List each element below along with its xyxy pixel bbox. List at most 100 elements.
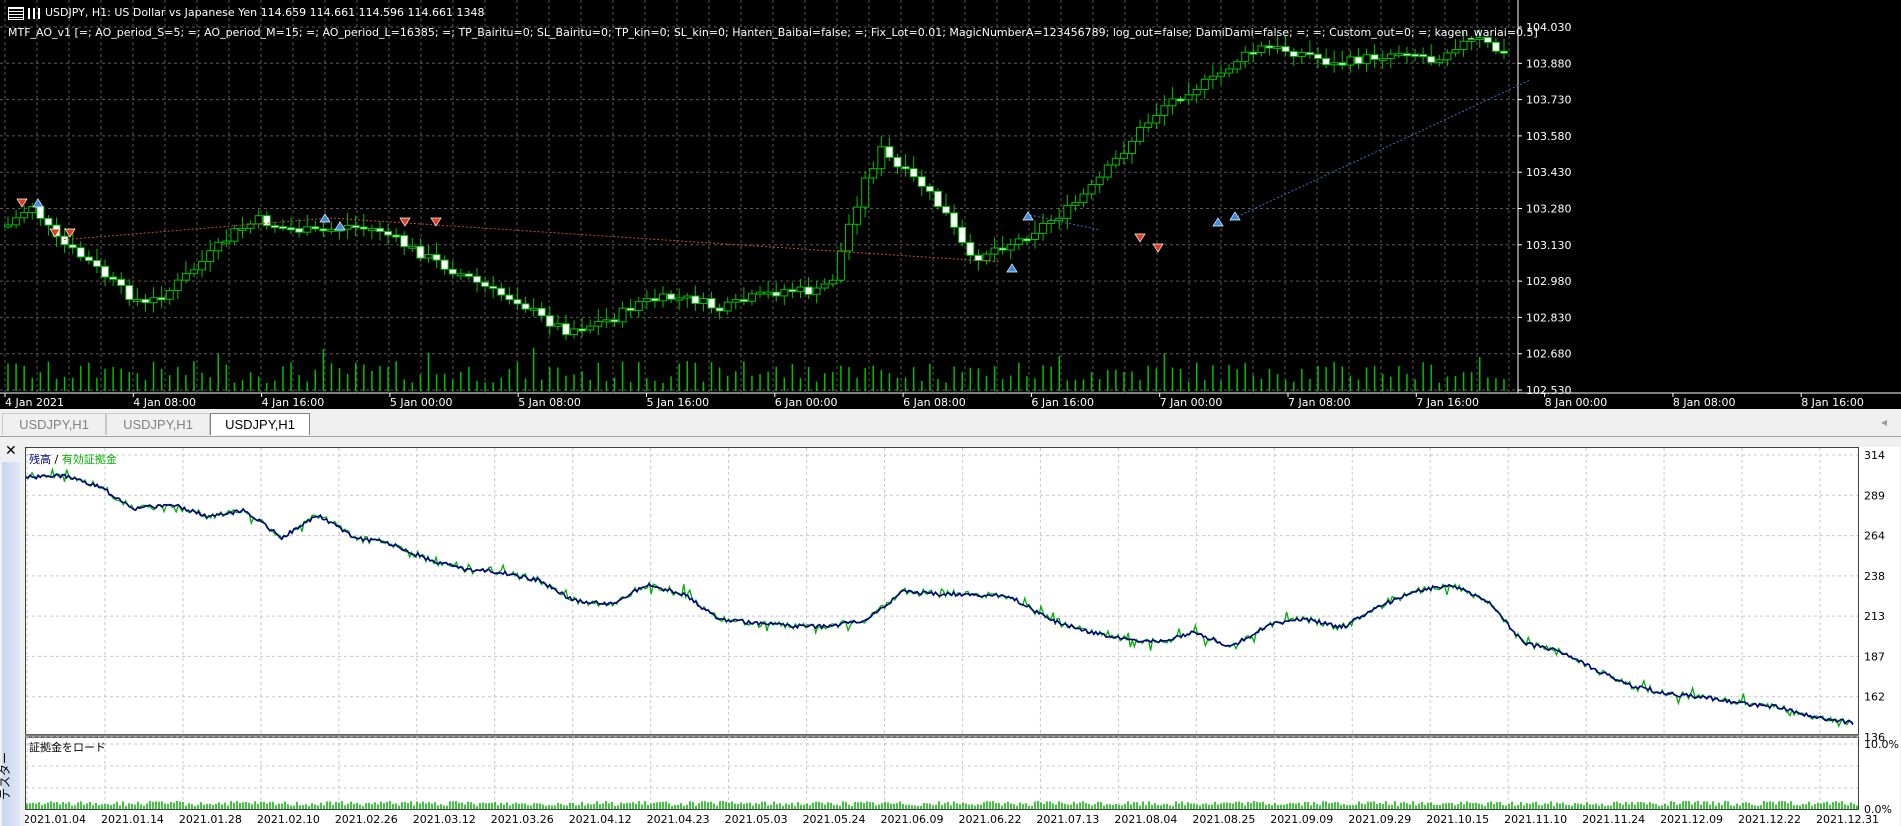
price-label: 103.280 (1526, 203, 1572, 216)
candle-body (844, 223, 853, 252)
time-label: 7 Jan 08:00 (1288, 396, 1351, 409)
candle-body (1111, 157, 1120, 166)
time-label: 4 Jan 16:00 (262, 396, 325, 409)
candle-body (448, 268, 457, 275)
legend-sep: / (54, 453, 59, 466)
date-label: 2021.09.09 (1270, 813, 1333, 826)
candle-body (400, 235, 409, 248)
chart-header: USDJPY, H1: US Dollar vs Japanese Yen 11… (8, 6, 485, 20)
candle-body (1314, 53, 1323, 59)
equity-y-label: 187 (1864, 650, 1885, 663)
candle-body (1500, 50, 1508, 54)
candle-body (1176, 98, 1185, 102)
candle-body (44, 217, 53, 226)
equity-graph[interactable]: 314 289 264 238 213 187 162 136 10.0% 0.0% 2021.01… (25, 447, 1900, 826)
candle-body (1451, 49, 1460, 54)
candle-body (1184, 94, 1193, 101)
date-label: 2021.08.04 (1114, 813, 1177, 826)
candle-body (1136, 126, 1145, 142)
candle-body (537, 307, 546, 317)
candle-body (836, 250, 845, 281)
candle-body (885, 146, 894, 158)
candle-body (157, 297, 166, 301)
date-label: 2021.09.29 (1348, 813, 1411, 826)
candle-body (489, 285, 498, 289)
candle-body (1071, 201, 1080, 206)
equity-svg: 31428926423821318716213610.0%0.0%2021.01… (25, 447, 1899, 826)
candle-body (1022, 238, 1031, 242)
date-label: 2021.03.26 (491, 813, 554, 826)
candle-body (529, 307, 538, 311)
candle-body (1378, 58, 1387, 62)
candle-body (319, 228, 328, 232)
time-label: 8 Jan 16:00 (1801, 396, 1864, 409)
candle-body (238, 227, 247, 231)
candle-body (1030, 232, 1039, 240)
candle-body (772, 291, 781, 297)
candle-body (1273, 46, 1282, 50)
equity-y-label: 213 (1864, 610, 1885, 623)
candle-body (1491, 41, 1500, 52)
time-label: 6 Jan 08:00 (903, 396, 966, 409)
date-label: 2021.12.31 (1816, 813, 1879, 826)
candle-body (12, 217, 21, 226)
date-label: 2021.04.12 (569, 813, 632, 826)
candle-body (1055, 217, 1064, 222)
candle-body (869, 168, 878, 179)
candle-body (1338, 62, 1347, 66)
candle-body (828, 279, 837, 285)
date-label: 2021.12.22 (1738, 813, 1801, 826)
price-chart[interactable]: 104.030 103.880 103.730 103.580 103.430 103.2… (0, 0, 1901, 409)
candle-body (1006, 243, 1015, 251)
tab-scroll-icon[interactable]: ◂ (1881, 415, 1887, 429)
tab-chart-1[interactable]: USDJPY,H1 (2, 413, 106, 435)
candle-body (270, 225, 279, 229)
candle-body (1192, 89, 1201, 96)
close-icon[interactable]: ✕ (5, 442, 17, 459)
date-label: 2021.11.24 (1582, 813, 1645, 826)
candle-body (1346, 56, 1355, 66)
candle-body (375, 227, 384, 233)
candle-body (659, 293, 668, 302)
candle-body (1427, 56, 1436, 63)
candle-body (764, 291, 773, 295)
date-label: 2021.05.24 (803, 813, 866, 826)
candle-body (384, 231, 393, 236)
equity-y-label: 162 (1864, 691, 1885, 704)
candle-body (141, 298, 150, 304)
candle-body (966, 242, 975, 256)
tab-chart-2[interactable]: USDJPY,H1 (106, 413, 210, 435)
candle-body (1225, 68, 1234, 74)
candle-body (1322, 57, 1331, 66)
equity-frame (25, 447, 1859, 735)
candle-body (1144, 122, 1153, 128)
candle-body (594, 320, 603, 327)
price-label: 103.580 (1526, 130, 1572, 143)
candle-body (1330, 62, 1339, 66)
chart-menu-icon[interactable] (8, 6, 24, 20)
candle-body (545, 315, 554, 327)
candle-body (586, 325, 595, 331)
candle-body (909, 168, 918, 178)
tab-chart-3[interactable]: USDJPY,H1 (210, 413, 310, 435)
candle-body (513, 299, 522, 305)
candle-body (707, 298, 716, 309)
time-label: 5 Jan 08:00 (518, 396, 581, 409)
candle-body (198, 261, 207, 271)
candle-body (149, 297, 158, 304)
load-frame (25, 737, 1859, 810)
candlestick-chart[interactable]: 104.030103.880103.730103.580103.430103.2… (0, 0, 1901, 409)
candle-body (1435, 59, 1444, 63)
time-label: 6 Jan 16:00 (1031, 396, 1094, 409)
candle-body (1200, 78, 1209, 91)
candle-body (1047, 220, 1056, 224)
load-title: 証拠金をロード (29, 741, 106, 754)
candle-body (1063, 204, 1072, 219)
candle-body (667, 293, 676, 300)
candle-body (440, 259, 449, 270)
candle-body (432, 254, 441, 261)
chart-type-icon[interactable] (27, 7, 42, 19)
candle-body (181, 273, 190, 281)
candle-body (165, 290, 174, 300)
date-label: 2021.06.09 (881, 813, 944, 826)
